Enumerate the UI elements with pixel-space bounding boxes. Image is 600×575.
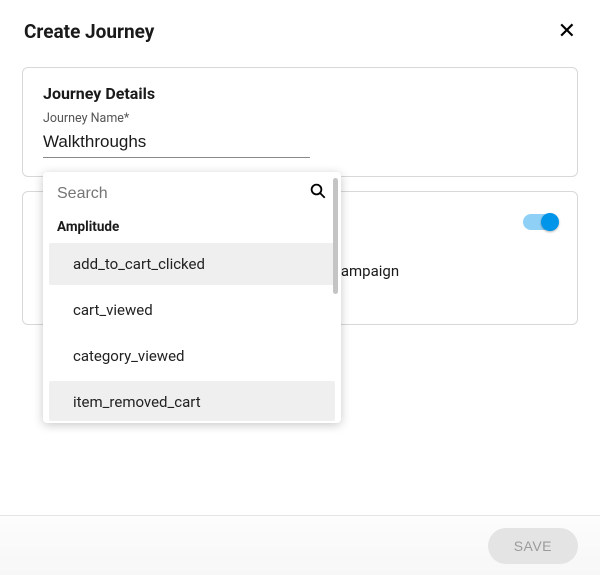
dropdown-search-row bbox=[43, 172, 341, 213]
modal-title: Create Journey bbox=[24, 20, 154, 43]
section-title: Journey Details bbox=[43, 84, 557, 103]
dropdown-item[interactable]: add_to_cart_clicked bbox=[49, 243, 335, 285]
close-icon[interactable]: ✕ bbox=[558, 21, 576, 43]
search-input[interactable] bbox=[57, 185, 273, 203]
toggle-knob bbox=[541, 213, 559, 231]
dropdown-group-label: Amplitude bbox=[43, 213, 341, 243]
search-icon[interactable] bbox=[309, 182, 327, 205]
modal-footer: SAVE bbox=[0, 515, 600, 575]
dropdown-item[interactable]: item_removed_cart bbox=[49, 381, 335, 421]
dropdown-scrollbar[interactable] bbox=[333, 178, 338, 294]
campaign-toggle[interactable] bbox=[523, 214, 557, 230]
journey-details-card: Journey Details Journey Name* bbox=[22, 67, 578, 177]
journey-name-label: Journey Name* bbox=[43, 111, 557, 126]
save-button[interactable]: SAVE bbox=[488, 528, 578, 564]
journey-name-input[interactable] bbox=[43, 128, 310, 158]
dropdown-item[interactable]: cart_viewed bbox=[49, 289, 335, 331]
event-dropdown: Amplitude add_to_cart_clicked cart_viewe… bbox=[43, 172, 341, 423]
dropdown-item[interactable]: category_viewed bbox=[49, 335, 335, 377]
